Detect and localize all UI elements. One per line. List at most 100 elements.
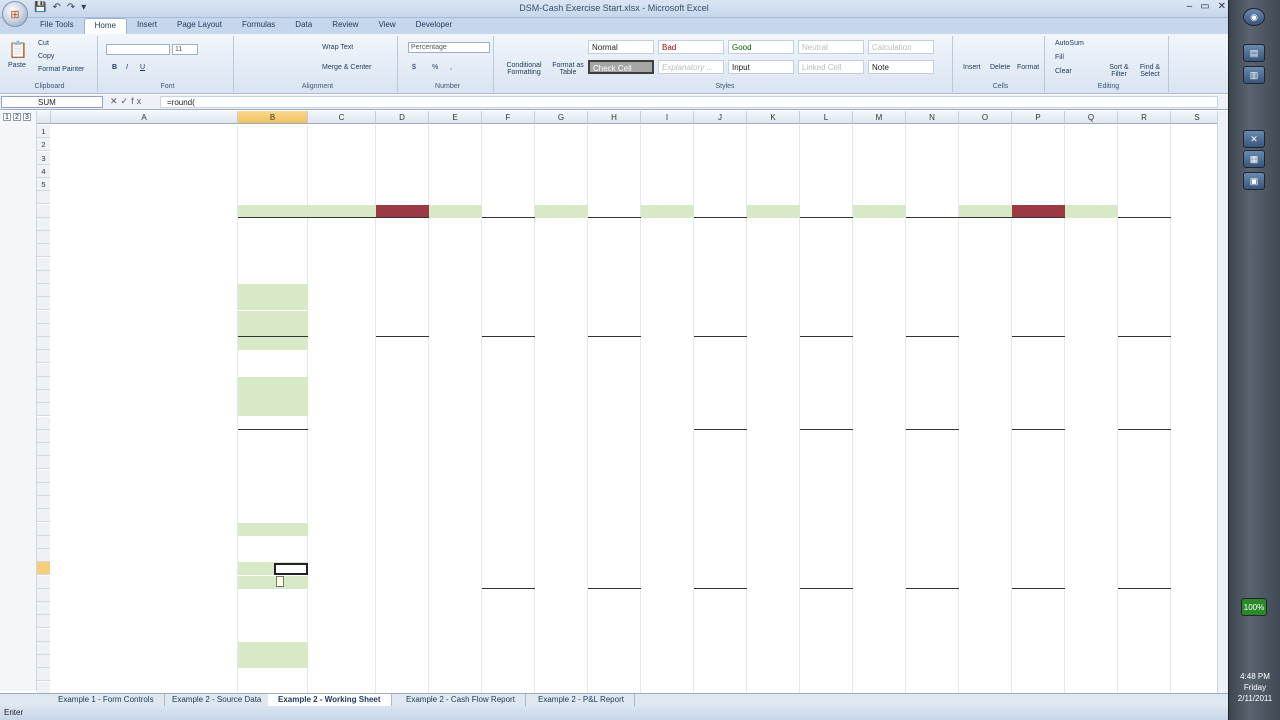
value-cell[interactable]	[1118, 443, 1171, 456]
value-cell[interactable]	[800, 205, 853, 218]
taskbar-app-icon[interactable]: ▣	[1243, 172, 1265, 190]
value-cell[interactable]	[694, 443, 747, 456]
style-explanatory[interactable]: Explanatory ...	[658, 60, 724, 74]
value-cell[interactable]	[482, 377, 535, 390]
value-cell[interactable]	[376, 204, 429, 218]
value-cell[interactable]	[1118, 218, 1171, 231]
taskbar-app-icon[interactable]: ▥	[1243, 66, 1265, 84]
sheet-tab-pl-report[interactable]: Example 2 - P&L Report	[528, 694, 635, 706]
value-cell[interactable]	[906, 682, 959, 694]
value-cell[interactable]	[694, 324, 747, 337]
value-cell[interactable]	[694, 602, 747, 615]
column-header-p[interactable]: P	[1012, 111, 1065, 124]
value-cell[interactable]	[906, 390, 959, 403]
style-check-cell[interactable]: Check Cell	[588, 60, 654, 74]
value-cell[interactable]	[1118, 417, 1171, 430]
value-cell[interactable]	[482, 205, 535, 218]
value-cell[interactable]	[482, 562, 535, 575]
value-cell[interactable]	[906, 536, 959, 549]
value-cell[interactable]	[1012, 443, 1065, 456]
value-cell[interactable]	[482, 443, 535, 456]
value-cell[interactable]	[906, 311, 959, 324]
underline-button[interactable]: U	[140, 64, 145, 71]
value-cell[interactable]	[906, 602, 959, 615]
value-cell[interactable]	[800, 443, 853, 456]
column-header-j[interactable]: J	[694, 111, 747, 124]
value-cell[interactable]	[376, 682, 429, 694]
override-input[interactable]	[1065, 204, 1118, 218]
column-header-s[interactable]: S	[1171, 111, 1217, 124]
value-cell[interactable]	[694, 483, 747, 496]
value-cell[interactable]	[800, 311, 853, 324]
value-cell[interactable]	[588, 562, 641, 575]
value-cell[interactable]	[238, 523, 308, 536]
style-neutral[interactable]: Neutral	[798, 40, 864, 54]
vertical-scrollbar[interactable]	[1217, 111, 1228, 693]
value-cell[interactable]	[906, 443, 959, 456]
value-cell[interactable]	[588, 589, 641, 602]
value-cell[interactable]	[376, 390, 429, 403]
value-cell[interactable]	[376, 191, 429, 204]
wrap-text-button[interactable]: Wrap Text	[322, 44, 353, 51]
merge-center-button[interactable]: Merge & Center	[322, 64, 371, 71]
value-cell[interactable]	[800, 589, 853, 602]
value-cell[interactable]	[800, 536, 853, 549]
formula-buttons[interactable]: ✕✓fx	[110, 96, 144, 107]
value-cell[interactable]	[694, 589, 747, 602]
value-cell[interactable]	[1118, 430, 1171, 443]
row-header[interactable]	[37, 496, 50, 509]
value-cell[interactable]	[376, 337, 429, 350]
value-cell[interactable]	[238, 390, 308, 403]
value-cell[interactable]	[588, 218, 641, 231]
value-cell[interactable]	[694, 430, 747, 443]
value-cell[interactable]	[906, 483, 959, 496]
row-header[interactable]	[37, 217, 50, 231]
row-header[interactable]	[37, 297, 50, 311]
minimize-button[interactable]: –	[1187, 1, 1193, 12]
value-cell[interactable]	[800, 562, 853, 575]
value-cell[interactable]	[800, 483, 853, 496]
value-cell[interactable]	[800, 403, 853, 416]
sheet-tab-form-controls[interactable]: Example 1 - Form Controls	[48, 694, 165, 706]
row-header[interactable]	[37, 270, 50, 284]
value-cell[interactable]	[238, 284, 308, 297]
row-header[interactable]	[37, 191, 50, 205]
restore-button[interactable]: ▭	[1200, 1, 1209, 12]
value-cell[interactable]	[1012, 589, 1065, 602]
tab-view[interactable]: View	[368, 18, 405, 34]
value-cell[interactable]	[588, 191, 641, 204]
value-cell[interactable]	[376, 377, 429, 390]
row-header[interactable]: 4	[37, 164, 50, 178]
value-cell[interactable]	[482, 576, 535, 589]
value-cell[interactable]	[482, 536, 535, 549]
row-header[interactable]	[37, 655, 50, 668]
value-cell[interactable]	[238, 655, 308, 668]
tab-formulas[interactable]: Formulas	[232, 18, 285, 34]
value-cell[interactable]	[906, 377, 959, 390]
value-cell[interactable]	[800, 218, 853, 231]
value-cell[interactable]	[906, 417, 959, 430]
value-cell[interactable]	[694, 682, 747, 694]
row-header[interactable]	[37, 403, 50, 417]
value-cell[interactable]	[482, 218, 535, 231]
column-header-c[interactable]: C	[308, 111, 376, 124]
value-cell[interactable]	[800, 682, 853, 694]
value-cell[interactable]	[588, 205, 641, 218]
value-cell[interactable]	[482, 589, 535, 602]
value-cell[interactable]	[238, 311, 308, 324]
row-header[interactable]	[37, 244, 50, 258]
value-cell[interactable]	[1118, 562, 1171, 575]
value-cell[interactable]	[238, 297, 308, 310]
value-cell[interactable]	[959, 205, 1012, 218]
value-cell[interactable]	[800, 191, 853, 204]
outline-level-3[interactable]: 3	[23, 113, 31, 121]
clear-button[interactable]: Clear	[1055, 68, 1072, 75]
value-cell[interactable]	[588, 403, 641, 416]
column-header-l[interactable]: L	[800, 111, 853, 124]
value-cell[interactable]	[906, 191, 959, 204]
value-cell[interactable]	[1118, 403, 1171, 416]
row-header[interactable]	[37, 668, 50, 682]
conditional-formatting-button[interactable]: Conditional Formatting	[502, 62, 546, 76]
sheet-tab-source-data[interactable]: Example 2 - Source Data	[162, 694, 273, 706]
value-cell[interactable]	[482, 390, 535, 403]
